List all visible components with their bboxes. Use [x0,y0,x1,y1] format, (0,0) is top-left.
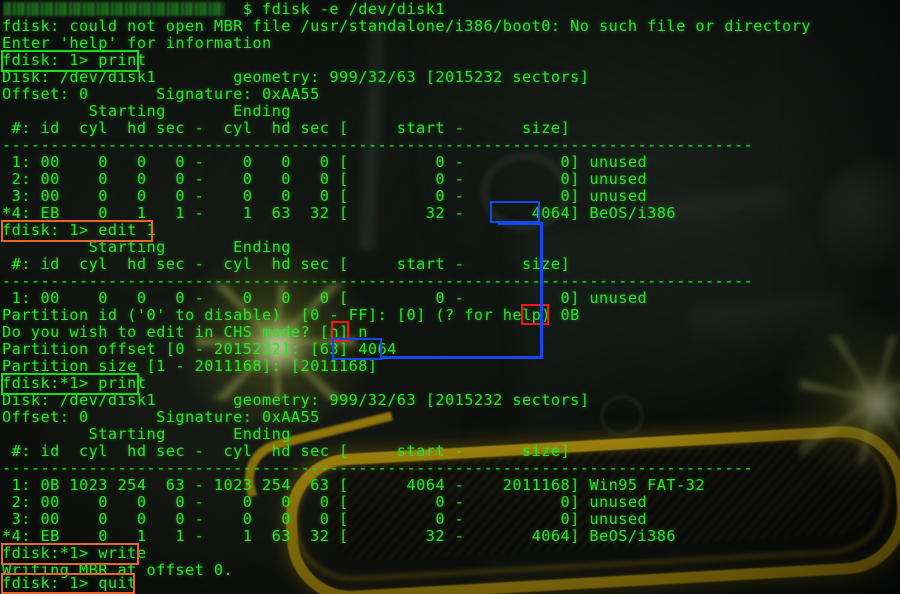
highlight-offset-value [332,338,382,360]
highlight-quit [1,573,135,594]
terminal-line: ----------------------------------------… [2,136,754,154]
terminal-line: 2: 00 0 0 0 - 0 0 0 [ 0 - 0] unused [2,170,648,188]
terminal-line: 1: 0B 1023 254 63 - 1023 254 63 [ 4064 -… [2,476,705,494]
highlight-write [1,543,139,565]
terminal-line: 3: 00 0 0 0 - 0 0 0 [ 0 - 0] unused [2,510,648,528]
terminal-line: Offset: 0 Signature: 0xAA55 [2,85,320,103]
connector-seg-v [540,223,543,359]
terminal-output[interactable]: $ fdisk -e /dev/disk1 fdisk: could not op… [0,0,900,594]
terminal-line: 1: 00 0 0 0 - 0 0 0 [ 0 - 0] unused [2,289,648,307]
terminal-line: #: id cyl hd sec - cyl hd sec [ start - … [2,119,571,137]
terminal-line: fdisk: could not open MBR file /usr/stan… [2,17,811,35]
connector-seg-h-bottom [380,356,543,359]
highlight-edit-1 [1,220,153,242]
terminal-line: 3: 00 0 0 0 - 0 0 0 [ 0 - 0] unused [2,187,648,205]
terminal-line: 1: 00 0 0 0 - 0 0 0 [ 0 - 0] unused [2,153,648,171]
terminal-line: Starting Ending [2,425,291,443]
terminal-line: Offset: 0 Signature: 0xAA55 [2,408,320,426]
highlight-partition-id [521,304,549,325]
terminal-line: ----------------------------------------… [2,272,754,290]
terminal-line: Do you wish to edit in CHS mode? [n] n [2,323,368,341]
terminal-line: Partition id ('0' to disable) [0 - FF]: … [2,306,580,324]
highlight-print-2 [1,373,139,395]
redacted-prompt [4,2,224,16]
highlight-print-1 [1,50,139,72]
terminal-window[interactable]: $ fdisk -e /dev/disk1 fdisk: could not op… [0,0,900,594]
terminal-line: Starting Ending [2,102,291,120]
highlight-size-value [490,201,540,223]
terminal-line: #: id cyl hd sec - cyl hd sec [ start - … [2,442,571,460]
connector-seg-h-top [498,222,543,225]
terminal-line: 2: 00 0 0 0 - 0 0 0 [ 0 - 0] unused [2,493,648,511]
terminal-line: ----------------------------------------… [2,459,754,477]
terminal-line: #: id cyl hd sec - cyl hd sec [ start - … [2,255,571,273]
